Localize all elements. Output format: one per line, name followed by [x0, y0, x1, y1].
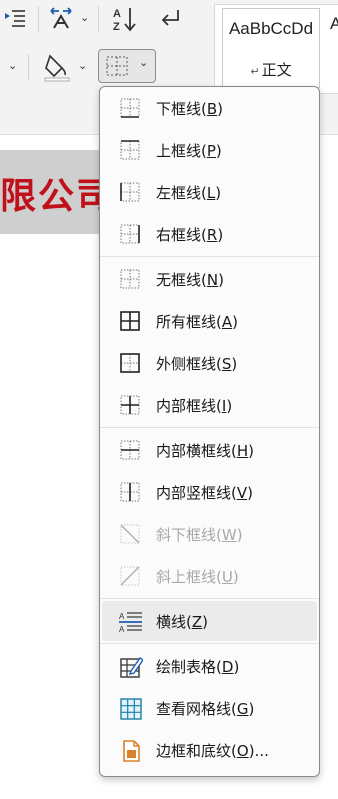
menu-item-label: 右框线 [156, 225, 202, 244]
menu-item-inside-borders[interactable]: 内部框线(I) [102, 385, 317, 425]
asian-layout-chevron-icon[interactable]: ⌄ [80, 11, 89, 24]
diagonal-up-border-icon [119, 565, 141, 587]
left-border-icon [119, 181, 141, 203]
shading-button[interactable] [40, 50, 74, 84]
menu-separator [100, 427, 319, 428]
menu-item-label: 斜下框线 [156, 525, 217, 544]
right-border-icon [119, 223, 141, 245]
menu-item-label: 绘制表格 [156, 657, 217, 676]
menu-item-label: 上框线 [156, 141, 202, 160]
diagonal-down-border-icon [119, 523, 141, 545]
style-preview-text: AaBbCcDd [228, 19, 314, 38]
menu-item-no-border[interactable]: 无框线(N) [102, 259, 317, 299]
asian-layout-icon [47, 6, 75, 30]
inside-horizontal-border-icon [119, 439, 141, 461]
menu-item-label: 外侧框线 [156, 354, 217, 373]
paint-bucket-icon [43, 52, 71, 82]
shading-chevron-icon[interactable]: ⌄ [78, 59, 87, 72]
top-border-icon [119, 139, 141, 161]
menu-item-borders-and-shading[interactable]: 边框和底纹(O)... [102, 730, 317, 770]
increase-indent-button[interactable] [0, 4, 30, 32]
return-arrow-icon [158, 7, 184, 29]
menu-item-diagonal-down-border: 斜下框线(W) [102, 514, 317, 554]
menu-item-right-border[interactable]: 右框线(R) [102, 214, 317, 254]
menu-item-label: 横线 [156, 612, 187, 631]
increase-indent-icon [3, 8, 27, 28]
draw-table-icon [119, 655, 144, 678]
menu-separator [100, 598, 319, 599]
sort-icon: A Z [110, 5, 140, 33]
menu-item-label: 左框线 [156, 183, 202, 202]
style-next-preview[interactable]: A [330, 14, 338, 34]
borders-and-shading-icon [119, 739, 141, 762]
menu-item-label: 内部横框线 [156, 441, 232, 460]
svg-text:Z: Z [113, 21, 120, 33]
menu-item-draw-table[interactable]: 绘制表格(D) [102, 646, 317, 686]
outside-borders-icon [119, 352, 141, 374]
asian-layout-button[interactable] [44, 4, 78, 32]
menu-item-left-border[interactable]: 左框线(L) [102, 172, 317, 212]
menu-item-label: 所有框线 [156, 312, 217, 331]
bottom-border-icon [119, 97, 141, 119]
menu-item-view-gridlines[interactable]: 查看网格线(G) [102, 688, 317, 728]
font-chevron-icon[interactable]: ⌄ [8, 59, 17, 72]
sort-button[interactable]: A Z [108, 4, 142, 34]
view-gridlines-icon [119, 697, 142, 720]
menu-item-label: 查看网格线 [156, 699, 232, 718]
menu-item-inside-horizontal-border[interactable]: 内部横框线(H) [102, 430, 317, 470]
svg-text:A: A [119, 612, 125, 621]
inside-vertical-border-icon [119, 481, 141, 503]
menu-item-horizontal-line[interactable]: A A 横线(Z) [102, 601, 317, 641]
borders-icon [105, 55, 129, 77]
menu-item-all-borders[interactable]: 所有框线(A) [102, 301, 317, 341]
menu-item-label: 边框和底纹 [156, 741, 232, 760]
borders-chevron-icon: ⌄ [139, 56, 149, 69]
document-title: 限公司 [0, 175, 115, 217]
menu-item-label: 内部竖框线 [156, 483, 232, 502]
menu-item-top-border[interactable]: 上框线(P) [102, 130, 317, 170]
menu-item-inside-vertical-border[interactable]: 内部竖框线(V) [102, 472, 317, 512]
svg-text:A: A [119, 625, 125, 634]
menu-item-label: 无框线 [156, 270, 202, 289]
borders-dropdown-menu: 下框线(B) 上框线(P) 左框线(L) 右框线(R) 无框线(N) 所有框线(… [99, 86, 320, 777]
show-paragraph-marks-button[interactable] [154, 4, 188, 32]
paragraph-mark-icon: ↵ [250, 65, 260, 78]
menu-item-label: 内部框线 [156, 396, 217, 415]
svg-text:A: A [113, 8, 121, 20]
menu-item-diagonal-up-border: 斜上框线(U) [102, 556, 317, 596]
menu-item-bottom-border[interactable]: 下框线(B) [102, 88, 317, 128]
menu-item-label: 斜上框线 [156, 567, 217, 586]
menu-separator [100, 256, 319, 257]
inside-borders-icon [119, 394, 141, 416]
borders-button[interactable]: ⌄ [98, 49, 156, 83]
horizontal-line-icon: A A [119, 610, 142, 634]
style-normal[interactable]: AaBbCcDd ↵ 正文 [222, 8, 320, 88]
menu-item-outside-borders[interactable]: 外侧框线(S) [102, 343, 317, 383]
document-table-edge [0, 234, 101, 354]
menu-separator [100, 643, 319, 644]
style-name-label: 正文 [261, 61, 292, 79]
menu-item-label: 下框线 [156, 99, 202, 118]
all-borders-icon [119, 310, 141, 332]
no-border-icon [119, 268, 141, 290]
